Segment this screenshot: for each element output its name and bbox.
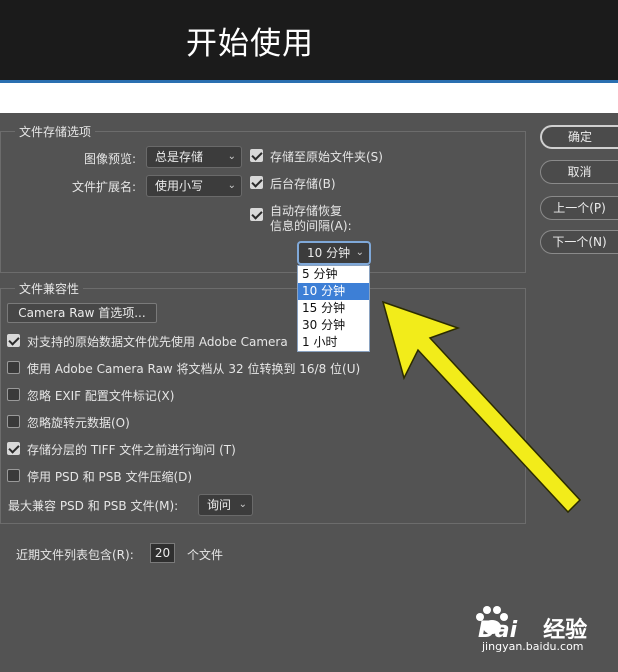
watermark-url: jingyan.baidu.com xyxy=(482,640,584,653)
arrow-icon xyxy=(381,300,582,514)
yellow-arrow-annotation xyxy=(381,300,582,514)
